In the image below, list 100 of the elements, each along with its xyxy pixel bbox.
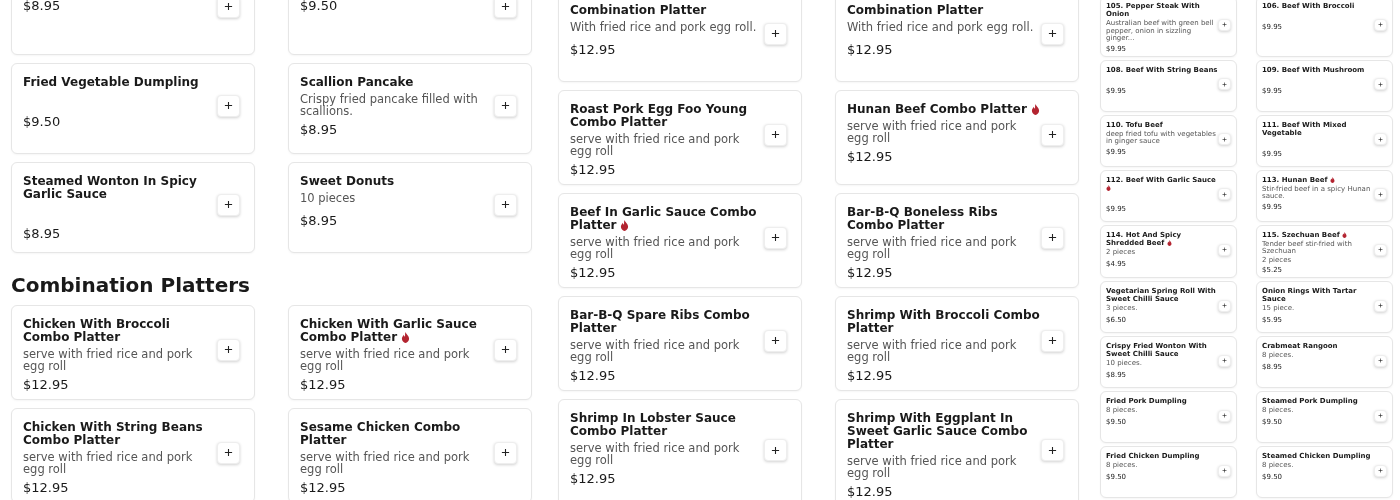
plus-icon bbox=[1048, 29, 1057, 38]
add-button[interactable] bbox=[764, 22, 787, 45]
item-name: Hunan Beef Combo Platter bbox=[847, 102, 1027, 116]
item-description: serve with fried rice and pork egg roll bbox=[300, 451, 471, 475]
item-name: Shrimp With Eggplant In Sweet Garlic Sauce Combo Platter bbox=[847, 411, 1028, 451]
add-button[interactable] bbox=[217, 0, 240, 18]
menu-item-card[interactable]: Shrimp With Eggplant In Sweet Garlic Sauce Combo Platter serve with fried rice and pork egg roll $12.95 bbox=[835, 399, 1079, 500]
item-description: serve with fried rice and pork egg roll bbox=[847, 120, 1018, 144]
add-button[interactable] bbox=[217, 193, 240, 216]
item-name: Sesame Chicken Combo Platter bbox=[300, 420, 461, 447]
plus-icon bbox=[1222, 468, 1227, 473]
menu-item-card[interactable]: Beef In Garlic Sauce Combo Platter serve with fried rice and pork egg roll $12.95 bbox=[558, 193, 802, 288]
item-name: Bar-B-Q Spare Ribs Combo Platter bbox=[570, 308, 750, 335]
plus-icon bbox=[1378, 81, 1383, 87]
add-button[interactable] bbox=[764, 329, 787, 352]
menu-item-card[interactable]: Bar-B-Q Spare Ribs Combo Platter serve with fried rice and pork egg roll $12.95 bbox=[558, 296, 802, 391]
plus-icon bbox=[1378, 136, 1383, 142]
menu-item-card[interactable]: $9.50 bbox=[288, 0, 532, 55]
plus-icon bbox=[501, 345, 510, 354]
plus-icon bbox=[771, 29, 780, 38]
add-button[interactable] bbox=[494, 94, 517, 117]
add-button[interactable] bbox=[494, 338, 517, 361]
plus-icon bbox=[771, 130, 780, 139]
item-name: Scallion Pancake bbox=[300, 75, 414, 89]
plus-icon bbox=[1378, 191, 1383, 197]
menu-item-card[interactable]: Combination Platter With fried rice and pork egg roll. $12.95 bbox=[558, 0, 802, 82]
plus-icon bbox=[1222, 136, 1227, 142]
item-price: $12.95 bbox=[570, 42, 617, 58]
item-name: Combination Platter bbox=[570, 3, 707, 17]
plus-icon bbox=[1048, 130, 1057, 139]
add-button[interactable] bbox=[217, 441, 240, 464]
plus-icon bbox=[771, 336, 780, 345]
item-description: serve with fried rice and pork egg roll bbox=[847, 339, 1018, 363]
plus-icon bbox=[224, 2, 233, 11]
item-name: Shrimp In Lobster Sauce Combo Platter bbox=[570, 411, 736, 438]
menu-item-card[interactable]: $8.95 bbox=[11, 0, 255, 55]
plus-icon bbox=[1222, 247, 1227, 253]
menu-item-card[interactable]: Steamed Wonton In Spicy Garlic Sauce $8.95 bbox=[11, 162, 255, 253]
item-description: serve with fried rice and pork egg roll bbox=[570, 236, 741, 260]
item-price: $12.95 bbox=[23, 480, 70, 496]
item-name: Beef In Garlic Sauce Combo Platter bbox=[570, 205, 757, 232]
add-button[interactable] bbox=[764, 123, 787, 146]
menu-item-card[interactable]: Fried Vegetable Dumpling $9.50 bbox=[11, 63, 255, 154]
menu-item-card[interactable]: Shrimp In Lobster Sauce Combo Platter serve with fried rice and pork egg roll $12.95 bbox=[558, 399, 802, 500]
plus-icon bbox=[501, 2, 510, 11]
add-button[interactable] bbox=[1041, 439, 1064, 461]
menu-item-card[interactable]: Shrimp With Broccoli Combo Platter serve with fried rice and pork egg roll $12.95 bbox=[835, 296, 1079, 391]
section-heading: Combination Platters bbox=[11, 273, 251, 297]
add-button[interactable] bbox=[1041, 226, 1064, 249]
add-button[interactable] bbox=[494, 0, 517, 18]
menu-item-card[interactable]: Combination Platter With fried rice and pork egg roll. $12.95 bbox=[835, 0, 1079, 82]
add-button[interactable] bbox=[764, 439, 787, 461]
menu-item-card[interactable]: Chicken With Garlic Sauce Combo Platter serve with fried rice and pork egg roll $12.95 bbox=[288, 305, 532, 400]
item-description: serve with fried rice and pork egg roll bbox=[570, 442, 741, 466]
plus-icon bbox=[1222, 303, 1227, 308]
item-price: $12.95 bbox=[570, 368, 617, 384]
plus-icon bbox=[224, 101, 233, 110]
item-price: $9.50 bbox=[23, 114, 62, 130]
plus-icon bbox=[1378, 468, 1383, 473]
item-price: $8.95 bbox=[300, 122, 339, 138]
menu-item-card[interactable]: Chicken With Broccoli Combo Platter serve with fried rice and pork egg roll $12.95 bbox=[11, 305, 255, 400]
menu-item-card[interactable]: Hunan Beef Combo Platter serve with fried rice and pork egg roll $12.95 bbox=[835, 90, 1079, 185]
item-name: Fried Vegetable Dumpling bbox=[23, 75, 199, 89]
add-button[interactable] bbox=[1041, 329, 1064, 352]
add-button[interactable] bbox=[494, 441, 517, 464]
item-price: $12.95 bbox=[570, 265, 617, 281]
item-price: $12.95 bbox=[847, 265, 894, 281]
item-price: $12.95 bbox=[570, 471, 617, 487]
menu-item-card[interactable]: Chicken With String Beans Combo Platter serve with fried rice and pork egg roll $12.95 bbox=[11, 408, 255, 500]
item-description: 10 pieces bbox=[300, 192, 357, 204]
plus-icon bbox=[771, 233, 780, 242]
add-button[interactable] bbox=[1041, 123, 1064, 146]
item-name: Steamed Wonton In Spicy Garlic Sauce bbox=[23, 174, 197, 201]
item-name: Sweet Donuts bbox=[300, 174, 395, 188]
plus-icon bbox=[1378, 247, 1383, 253]
add-button[interactable] bbox=[494, 193, 517, 216]
add-button[interactable] bbox=[217, 94, 240, 117]
item-description: serve with fried rice and pork egg roll bbox=[23, 451, 194, 475]
menu-item-card[interactable]: Sweet Donuts 10 pieces $8.95 bbox=[288, 162, 532, 253]
add-button[interactable] bbox=[1041, 22, 1064, 45]
menu-item-card[interactable]: Scallion Pancake Crispy fried pancake filled with scallions. $8.95 bbox=[288, 63, 532, 154]
menu-item-card[interactable]: Bar-B-Q Boneless Ribs Combo Platter serve with fried rice and pork egg roll $12.95 bbox=[835, 193, 1079, 288]
item-name: Chicken With String Beans Combo Platter bbox=[23, 420, 203, 447]
item-name: Combination Platter bbox=[847, 3, 984, 17]
item-price: $9.50 bbox=[300, 0, 339, 14]
plus-icon bbox=[771, 445, 780, 455]
item-description: Crispy fried pancake filled with scallions. bbox=[300, 93, 479, 117]
item-description: With fried rice and pork egg roll. bbox=[570, 21, 758, 33]
plus-icon bbox=[1222, 191, 1227, 197]
add-button[interactable] bbox=[217, 338, 240, 361]
item-name: Chicken With Broccoli Combo Platter bbox=[23, 317, 170, 344]
add-button[interactable] bbox=[764, 226, 787, 249]
item-price: $12.95 bbox=[847, 484, 894, 500]
menu-item-card[interactable]: Roast Pork Egg Foo Young Combo Platter serve with fried rice and pork egg roll $12.95 bbox=[558, 90, 802, 185]
item-name: Shrimp With Broccoli Combo Platter bbox=[847, 308, 1040, 335]
plus-icon bbox=[1048, 445, 1057, 455]
item-description: serve with fried rice and pork egg roll bbox=[570, 339, 741, 363]
menu-item-card[interactable]: Sesame Chicken Combo Platter serve with fried rice and pork egg roll $12.95 bbox=[288, 408, 532, 500]
item-description: With fried rice and pork egg roll. bbox=[847, 21, 1035, 33]
plus-icon bbox=[1378, 358, 1383, 363]
